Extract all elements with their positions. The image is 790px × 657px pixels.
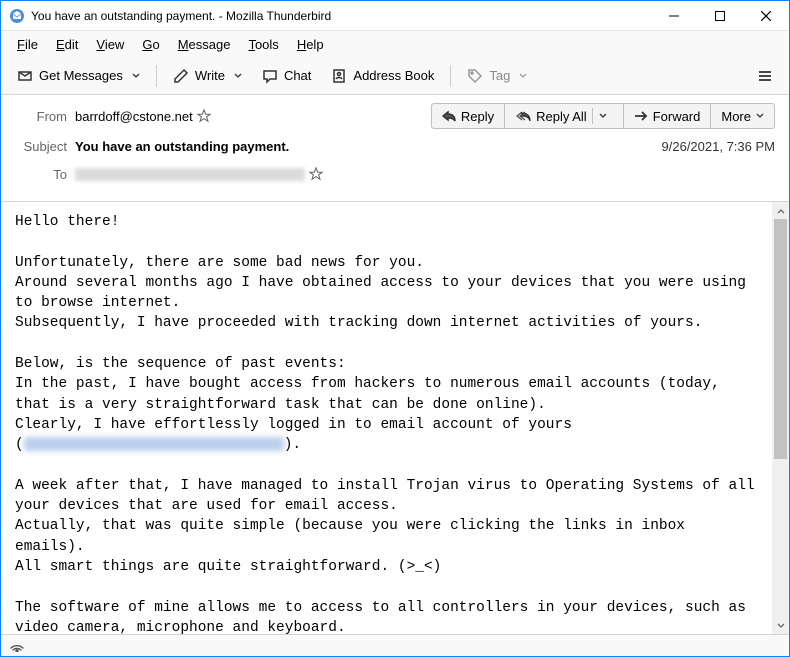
forward-button[interactable]: Forward xyxy=(623,103,712,129)
reply-all-label: Reply All xyxy=(536,109,587,124)
menu-edit[interactable]: Edit xyxy=(48,34,86,55)
star-icon[interactable] xyxy=(309,167,323,181)
menu-message[interactable]: Message xyxy=(170,34,239,55)
subject-label: Subject xyxy=(15,139,75,154)
maximize-button[interactable] xyxy=(697,1,743,31)
get-messages-label: Get Messages xyxy=(39,68,123,83)
scroll-down-button[interactable] xyxy=(772,617,789,634)
forward-icon xyxy=(634,111,648,121)
chat-button[interactable]: Chat xyxy=(254,64,319,88)
tag-icon xyxy=(467,68,483,84)
more-button[interactable]: More xyxy=(710,103,775,129)
address-book-icon xyxy=(331,68,347,84)
scroll-thumb[interactable] xyxy=(774,219,787,459)
window-title: You have an outstanding payment. - Mozil… xyxy=(31,9,651,23)
chevron-down-icon[interactable] xyxy=(592,108,613,124)
separator xyxy=(156,65,157,87)
statusbar xyxy=(1,634,789,656)
subject-value: You have an outstanding payment. xyxy=(75,139,289,154)
datetime: 9/26/2021, 7:36 PM xyxy=(662,139,775,154)
tag-button[interactable]: Tag xyxy=(459,64,535,88)
to-label: To xyxy=(15,167,75,182)
hamburger-icon xyxy=(757,68,773,84)
titlebar: You have an outstanding payment. - Mozil… xyxy=(1,1,789,31)
toolbar: Get Messages Write Chat Address Book Tag xyxy=(1,57,789,95)
write-label: Write xyxy=(195,68,225,83)
pencil-icon xyxy=(173,68,189,84)
star-icon[interactable] xyxy=(197,109,211,123)
redacted-email xyxy=(24,437,284,451)
tag-label: Tag xyxy=(489,68,510,83)
from-label: From xyxy=(15,109,75,124)
chevron-down-icon xyxy=(756,112,764,120)
chat-icon xyxy=(262,68,278,84)
menu-go[interactable]: Go xyxy=(134,34,167,55)
menu-help[interactable]: Help xyxy=(289,34,332,55)
get-messages-button[interactable]: Get Messages xyxy=(9,64,148,88)
menu-view[interactable]: View xyxy=(88,34,132,55)
more-label: More xyxy=(721,109,751,124)
write-button[interactable]: Write xyxy=(165,64,250,88)
forward-label: Forward xyxy=(653,109,701,124)
chat-label: Chat xyxy=(284,68,311,83)
scroll-up-button[interactable] xyxy=(772,202,789,219)
message-header: From barrdoff@cstone.net Reply Reply All… xyxy=(1,95,789,202)
message-body: Hello there! Unfortunately, there are so… xyxy=(1,202,772,634)
connection-icon xyxy=(9,640,25,652)
chevron-down-icon xyxy=(132,72,140,80)
reply-icon xyxy=(442,110,456,122)
menu-tools[interactable]: Tools xyxy=(240,34,286,55)
menubar: File Edit View Go Message Tools Help xyxy=(1,31,789,57)
app-menu-button[interactable] xyxy=(749,64,781,88)
minimize-button[interactable] xyxy=(651,1,697,31)
chevron-down-icon xyxy=(234,72,242,80)
address-book-label: Address Book xyxy=(353,68,434,83)
app-icon xyxy=(9,8,25,24)
reply-all-icon xyxy=(515,110,531,122)
close-button[interactable] xyxy=(743,1,789,31)
chevron-down-icon xyxy=(519,72,527,80)
reply-label: Reply xyxy=(461,109,494,124)
address-book-button[interactable]: Address Book xyxy=(323,64,442,88)
reply-all-button[interactable]: Reply All xyxy=(504,103,624,129)
separator xyxy=(450,65,451,87)
reply-button[interactable]: Reply xyxy=(431,103,505,129)
to-value xyxy=(75,167,323,181)
download-icon xyxy=(17,68,33,84)
from-value: barrdoff@cstone.net xyxy=(75,109,211,124)
scrollbar[interactable] xyxy=(772,202,789,634)
scroll-track[interactable] xyxy=(772,219,789,617)
menu-file[interactable]: File xyxy=(9,34,46,55)
redacted-recipient xyxy=(75,168,305,181)
